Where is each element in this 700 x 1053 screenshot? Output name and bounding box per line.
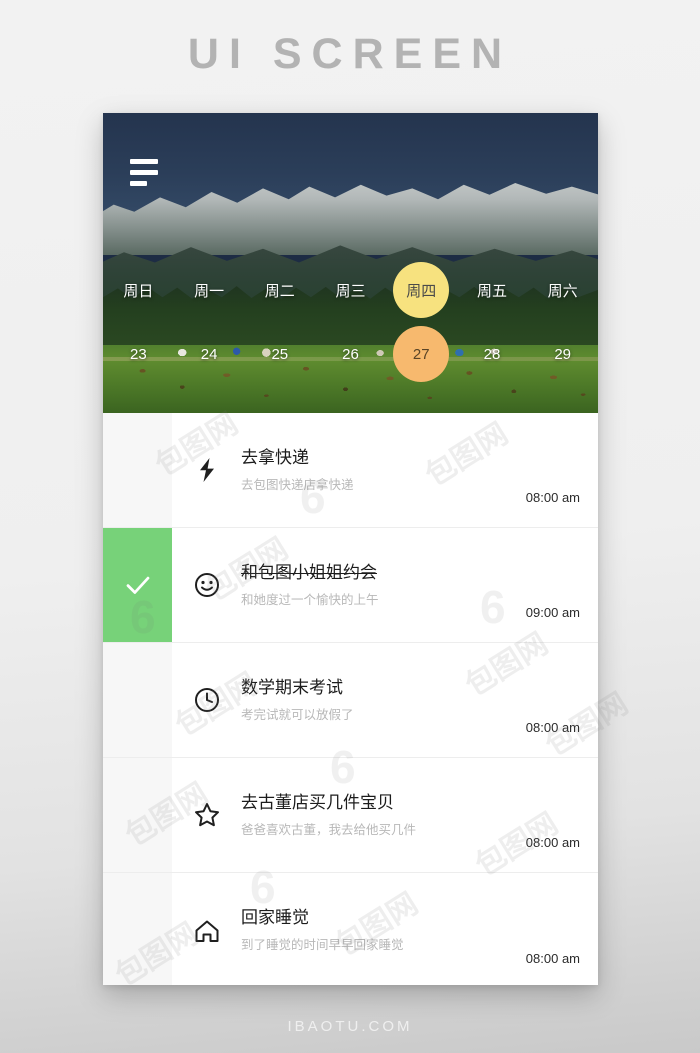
task-time: 08:00 am — [525, 720, 580, 735]
star-glyph — [194, 803, 219, 827]
hamburger-line — [130, 170, 158, 175]
date-label: 28 — [483, 345, 501, 363]
weekday-cell-6[interactable]: 周六 — [527, 258, 598, 322]
weekday-cell-2[interactable]: 周二 — [244, 258, 315, 322]
task-time: 08:00 am — [525, 490, 580, 505]
task-content: 和包图小姐姐约会 和她度过一个愉快的上午 09:00 am — [241, 528, 598, 642]
task-row[interactable]: 数学期末考试 考完试就可以放假了 08:00 am — [103, 643, 598, 758]
date-cell-2[interactable]: 25 — [244, 322, 315, 386]
task-text: 回家睡觉 到了睡觉的时间早早回家睡觉 — [241, 906, 526, 954]
task-content: 去古董店买几件宝贝 爸爸喜欢古董，我去给他买几件 08:00 am — [241, 758, 598, 872]
task-title: 和包图小姐姐约会 — [241, 562, 377, 582]
task-subtitle: 去包图快递店拿快递 — [241, 477, 354, 492]
star-icon — [172, 758, 241, 872]
date-label: 23 — [130, 345, 147, 363]
task-row[interactable]: 去古董店买几件宝贝 爸爸喜欢古董，我去给他买几件 08:00 am — [103, 758, 598, 873]
smiley-face-glyph — [194, 573, 219, 597]
task-time: 09:00 am — [525, 605, 580, 620]
task-text: 和包图小姐姐约会 和她度过一个愉快的上午 — [241, 561, 526, 609]
weekday-cell-3[interactable]: 周三 — [315, 258, 386, 322]
phone-screen: 周日 周一 周二 周三 周四 周五 周六 23 24 25 26 27 28 2… — [103, 113, 598, 985]
task-content: 回家睡觉 到了睡觉的时间早早回家睡觉 08:00 am — [241, 873, 598, 985]
task-time: 08:00 am — [525, 951, 580, 966]
task-text: 去古董店买几件宝贝 爸爸喜欢古董，我去给他买几件 — [241, 791, 526, 839]
task-row[interactable]: 回家睡觉 到了睡觉的时间早早回家睡觉 08:00 am — [103, 873, 598, 985]
task-text: 去拿快递 去包图快递店拿快递 — [241, 446, 526, 494]
site-footer: IBAOTU.COM — [287, 1018, 413, 1035]
hamburger-line — [130, 181, 147, 186]
date-label: 29 — [554, 345, 572, 363]
task-complete-toggle[interactable] — [103, 758, 172, 872]
task-content: 去拿快递 去包图快递店拿快递 08:00 am — [241, 413, 598, 527]
weekday-label: 周四 — [406, 282, 437, 300]
weekday-label: 周二 — [264, 282, 295, 300]
clock-glyph — [194, 688, 219, 712]
task-row[interactable]: 和包图小姐姐约会 和她度过一个愉快的上午 09:00 am — [103, 528, 598, 643]
task-complete-toggle[interactable] — [103, 413, 172, 527]
task-title: 去古董店买几件宝贝 — [241, 792, 394, 812]
check-icon — [126, 576, 149, 594]
task-row[interactable]: 去拿快递 去包图快递店拿快递 08:00 am — [103, 413, 598, 528]
weekday-label: 周五 — [476, 282, 507, 300]
date-cell-4[interactable]: 27 — [386, 322, 457, 386]
date-label: 26 — [342, 345, 359, 363]
task-title: 回家睡觉 — [241, 908, 309, 928]
home-icon — [172, 873, 241, 985]
date-label: 24 — [200, 345, 218, 363]
task-title: 数学期末考试 — [241, 677, 343, 697]
task-text: 数学期末考试 考完试就可以放假了 — [241, 676, 526, 724]
date-cell-1[interactable]: 24 — [174, 322, 245, 386]
weekday-row: 周日 周一 周二 周三 周四 周五 周六 — [103, 258, 598, 322]
task-list: 去拿快递 去包图快递店拿快递 08:00 am 和包图小姐姐约会 和她度过一个愉… — [103, 413, 598, 985]
smiley-face-icon — [172, 528, 241, 642]
weekday-label: 周三 — [335, 282, 366, 300]
date-label: 27 — [412, 345, 430, 363]
task-complete-toggle[interactable] — [103, 873, 172, 985]
task-complete-toggle[interactable] — [103, 528, 172, 642]
lightning-bolt-icon — [172, 413, 241, 527]
task-subtitle: 考完试就可以放假了 — [241, 707, 354, 722]
weekday-label: 周一 — [194, 282, 225, 300]
page-title: UI SCREEN — [187, 30, 513, 78]
weekday-cell-5[interactable]: 周五 — [457, 258, 528, 322]
task-time: 08:00 am — [525, 835, 580, 850]
date-cell-5[interactable]: 28 — [457, 322, 528, 386]
lightning-bolt-glyph — [199, 458, 214, 482]
task-content: 数学期末考试 考完试就可以放假了 08:00 am — [241, 643, 598, 757]
task-subtitle: 爸爸喜欢古董，我去给他买几件 — [241, 822, 417, 837]
task-subtitle: 到了睡觉的时间早早回家睡觉 — [241, 938, 404, 953]
weekday-cell-4[interactable]: 周四 — [386, 258, 457, 322]
weekday-cell-1[interactable]: 周一 — [174, 258, 245, 322]
date-label: 25 — [271, 345, 289, 363]
weekday-cell-0[interactable]: 周日 — [103, 258, 174, 322]
date-row: 23 24 25 26 27 28 29 — [103, 322, 598, 386]
hero-image: 周日 周一 周二 周三 周四 周五 周六 23 24 25 26 27 28 2… — [103, 113, 598, 413]
task-complete-toggle[interactable] — [103, 643, 172, 757]
date-cell-3[interactable]: 26 — [315, 322, 386, 386]
clock-icon — [172, 643, 241, 757]
week-calendar: 周日 周一 周二 周三 周四 周五 周六 23 24 25 26 27 28 2… — [103, 258, 598, 386]
weekday-label: 周六 — [547, 282, 578, 300]
date-cell-0[interactable]: 23 — [103, 322, 174, 386]
hamburger-icon[interactable] — [130, 159, 158, 186]
date-cell-6[interactable]: 29 — [527, 322, 598, 386]
task-subtitle: 和她度过一个愉快的上午 — [241, 592, 379, 607]
weekday-label: 周日 — [123, 282, 154, 300]
hamburger-line — [130, 159, 158, 164]
task-title: 去拿快递 — [241, 447, 309, 467]
home-glyph — [195, 920, 218, 942]
